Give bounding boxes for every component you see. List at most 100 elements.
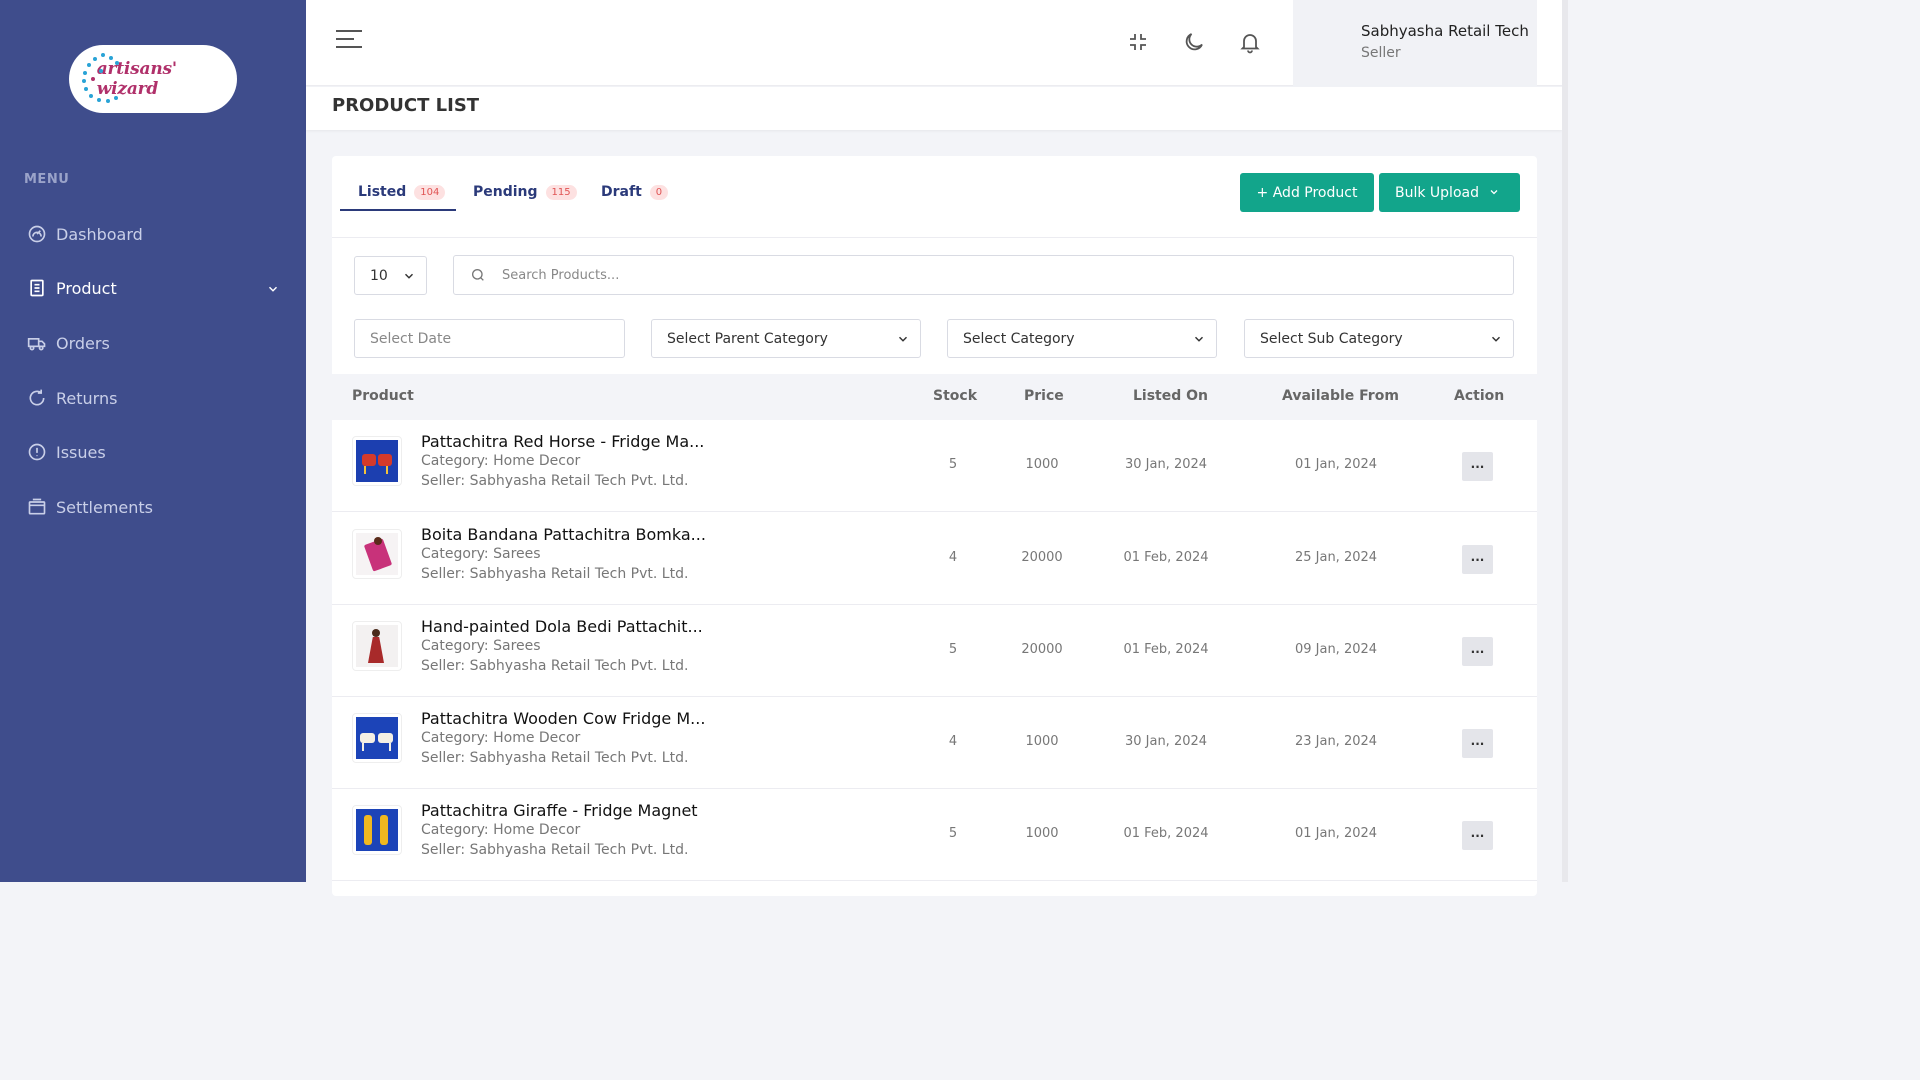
sidebar-item-label: Dashboard bbox=[56, 224, 143, 244]
column-header-price[interactable]: Price bbox=[1024, 388, 1064, 404]
column-header-product[interactable]: Product bbox=[352, 388, 414, 404]
brand-logo[interactable]: artisans' wizard bbox=[69, 45, 237, 113]
tab-label: Draft bbox=[601, 184, 642, 200]
product-seller: Seller: Sabhyasha Retail Tech Pvt. Ltd. bbox=[421, 842, 689, 858]
stock-cell: 5 bbox=[948, 457, 958, 472]
sidebar-item-label: Issues bbox=[56, 442, 106, 462]
listed-on-cell: 01 Feb, 2024 bbox=[1123, 642, 1209, 657]
fullscreen-exit-icon[interactable] bbox=[1126, 30, 1150, 54]
product-name[interactable]: Pattachitra Red Horse - Fridge Ma... bbox=[421, 432, 704, 451]
product-category: Category: Home Decor bbox=[421, 730, 581, 746]
product-thumbnail[interactable] bbox=[352, 436, 402, 486]
product-category: Category: Home Decor bbox=[421, 453, 581, 469]
available-from-cell: 23 Jan, 2024 bbox=[1294, 734, 1378, 749]
row-actions-button[interactable]: ··· bbox=[1462, 545, 1493, 574]
stock-cell: 5 bbox=[948, 642, 958, 657]
product-thumbnail[interactable] bbox=[352, 621, 402, 671]
row-actions-button[interactable]: ··· bbox=[1462, 452, 1493, 481]
listed-on-cell: 30 Jan, 2024 bbox=[1124, 457, 1208, 472]
sidebar-item-issues[interactable]: Issues bbox=[26, 437, 286, 467]
sidebar-item-orders[interactable]: Orders bbox=[26, 328, 286, 358]
table-row[interactable]: Pattachitra Red Horse - Fridge Ma... Cat… bbox=[332, 420, 1537, 512]
price-cell: 1000 bbox=[1025, 457, 1059, 472]
user-profile[interactable]: Sabhyasha Retail Tech Seller bbox=[1293, 0, 1537, 86]
table-row[interactable]: Pattachitra Wooden Cow Fridge M... Categ… bbox=[332, 697, 1537, 789]
product-name[interactable]: Pattachitra Giraffe - Fridge Magnet bbox=[421, 801, 698, 820]
count-badge: 115 bbox=[545, 184, 577, 200]
bell-icon[interactable] bbox=[1238, 30, 1262, 54]
product-name[interactable]: Pattachitra Wooden Cow Fridge M... bbox=[421, 709, 705, 728]
sidebar-item-returns[interactable]: Returns bbox=[26, 383, 286, 413]
column-header-stock[interactable]: Stock bbox=[933, 388, 977, 404]
tab-pending[interactable]: Pending 115 bbox=[473, 173, 577, 211]
sub-category-select[interactable]: Select Sub Category bbox=[1244, 319, 1514, 358]
tab-listed[interactable]: Listed 104 bbox=[358, 173, 446, 211]
tab-draft[interactable]: Draft 0 bbox=[601, 173, 669, 211]
truck-icon bbox=[26, 332, 48, 354]
menu-toggle-icon[interactable] bbox=[336, 30, 362, 54]
product-thumbnail[interactable] bbox=[352, 529, 402, 579]
page-scrollbar[interactable] bbox=[1562, 0, 1568, 882]
table-row[interactable]: Pattachitra Giraffe - Fridge Magnet Cate… bbox=[332, 789, 1537, 881]
user-name: Sabhyasha Retail Tech bbox=[1361, 22, 1529, 40]
bulk-upload-button[interactable]: Bulk Upload bbox=[1379, 173, 1520, 212]
listed-on-cell: 01 Feb, 2024 bbox=[1123, 826, 1209, 841]
product-name[interactable]: Hand-painted Dola Bedi Pattachit... bbox=[421, 617, 703, 636]
available-from-cell: 01 Jan, 2024 bbox=[1294, 826, 1378, 841]
sidebar-item-settlements[interactable]: Settlements bbox=[26, 492, 286, 522]
product-name[interactable]: Boita Bandana Pattachitra Bomka... bbox=[421, 525, 706, 544]
price-cell: 20000 bbox=[1021, 550, 1063, 565]
sidebar-item-product[interactable]: Product bbox=[26, 273, 286, 303]
add-product-button[interactable]: + Add Product bbox=[1240, 173, 1374, 212]
product-seller: Seller: Sabhyasha Retail Tech Pvt. Ltd. bbox=[421, 658, 689, 674]
table-row[interactable]: Hand-painted Dola Bedi Pattachit... Cate… bbox=[332, 605, 1537, 697]
tabs-row: Listed 104 Pending 115 Draft 0 + Add Pro… bbox=[332, 156, 1537, 238]
column-header-available-from[interactable]: Available From bbox=[1282, 388, 1399, 404]
search-input[interactable] bbox=[502, 267, 1402, 283]
stock-cell: 4 bbox=[948, 734, 958, 749]
search-field[interactable] bbox=[453, 255, 1514, 295]
count-badge: 104 bbox=[414, 184, 446, 200]
product-seller: Seller: Sabhyasha Retail Tech Pvt. Ltd. bbox=[421, 566, 689, 582]
product-thumbnail[interactable] bbox=[352, 805, 402, 855]
stock-cell: 4 bbox=[948, 550, 958, 565]
parent-category-select[interactable]: Select Parent Category bbox=[651, 319, 921, 358]
sidebar: artisans' wizard MENU Dashboard Product … bbox=[0, 0, 306, 882]
product-thumbnail[interactable] bbox=[352, 713, 402, 763]
available-from-cell: 01 Jan, 2024 bbox=[1294, 457, 1378, 472]
table-row[interactable]: Boita Bandana Pattachitra Bomka... Categ… bbox=[332, 513, 1537, 605]
logo-dots-icon bbox=[79, 51, 125, 107]
product-list-card: Listed 104 Pending 115 Draft 0 + Add Pro… bbox=[332, 156, 1537, 896]
row-actions-button[interactable]: ··· bbox=[1462, 821, 1493, 850]
column-header-action: Action bbox=[1454, 388, 1505, 404]
row-actions-button[interactable]: ··· bbox=[1462, 637, 1493, 666]
page-size-select[interactable]: 10 bbox=[354, 256, 427, 295]
product-seller: Seller: Sabhyasha Retail Tech Pvt. Ltd. bbox=[421, 750, 689, 766]
dashboard-icon bbox=[26, 223, 48, 245]
date-input[interactable] bbox=[354, 319, 625, 358]
chevron-down-icon[interactable] bbox=[266, 281, 280, 300]
listed-on-cell: 01 Feb, 2024 bbox=[1123, 550, 1209, 565]
sidebar-item-label: Product bbox=[56, 278, 117, 298]
alert-circle-icon bbox=[26, 441, 48, 463]
category-select[interactable]: Select Category bbox=[947, 319, 1217, 358]
tab-label: Listed bbox=[358, 184, 407, 200]
refresh-icon bbox=[26, 387, 48, 409]
topbar: Sabhyasha Retail Tech Seller bbox=[306, 0, 1562, 86]
parent-category-value: Select Parent Category bbox=[667, 330, 828, 347]
moon-icon[interactable] bbox=[1182, 30, 1206, 54]
sidebar-item-label: Returns bbox=[56, 388, 118, 408]
stock-cell: 5 bbox=[948, 826, 958, 841]
page-title-bar: PRODUCT LIST bbox=[306, 87, 1562, 130]
category-value: Select Category bbox=[963, 330, 1075, 347]
sidebar-item-dashboard[interactable]: Dashboard bbox=[26, 219, 286, 249]
product-seller: Seller: Sabhyasha Retail Tech Pvt. Ltd. bbox=[421, 473, 689, 489]
listed-on-cell: 30 Jan, 2024 bbox=[1124, 734, 1208, 749]
document-icon bbox=[26, 277, 48, 299]
chevron-down-icon bbox=[1194, 336, 1204, 342]
user-role: Seller bbox=[1361, 45, 1401, 61]
table-header: Product Stock Price Listed On Available … bbox=[332, 374, 1537, 420]
row-actions-button[interactable]: ··· bbox=[1462, 729, 1493, 758]
sidebar-item-label: Settlements bbox=[56, 497, 154, 517]
column-header-listed-on[interactable]: Listed On bbox=[1133, 388, 1208, 404]
